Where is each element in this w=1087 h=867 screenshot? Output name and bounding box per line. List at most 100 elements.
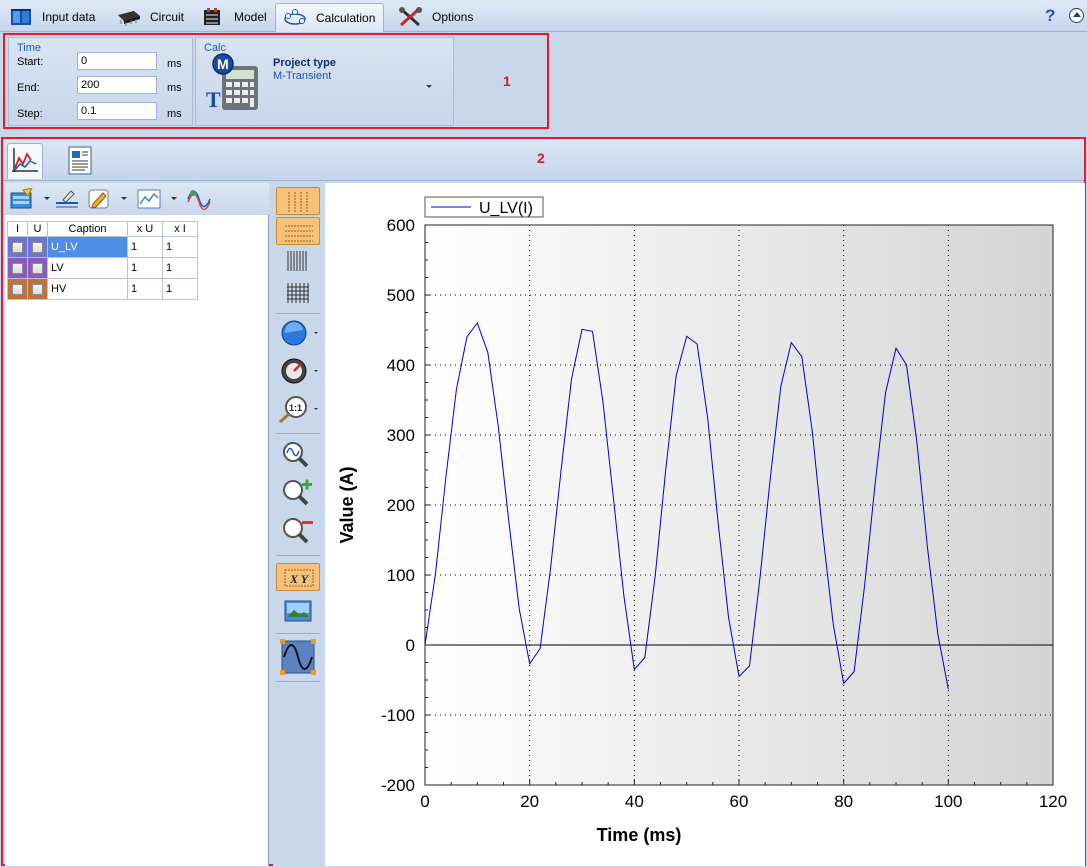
step-input[interactable] [77, 102, 157, 120]
scale-u-cell[interactable]: 1 [127, 236, 163, 258]
zoom-out-icon [283, 518, 313, 544]
edit-table-icon[interactable] [10, 187, 34, 210]
calculator-icon[interactable]: M T [206, 52, 268, 114]
x-tick-label: 60 [730, 792, 749, 811]
current-checkbox[interactable] [12, 241, 23, 253]
calc-group: Calc M T Project type M-Transient [195, 37, 454, 126]
x-tick-label: 120 [1039, 792, 1067, 811]
minor-grid-icon [287, 251, 307, 271]
signal-toolbar [5, 183, 269, 215]
minor-vertical-grid-toggle[interactable] [276, 247, 320, 275]
end-label: End: [17, 82, 40, 94]
current-checkbox[interactable] [12, 283, 23, 295]
palette-icon [281, 358, 318, 384]
chevron-down-icon[interactable] [44, 197, 50, 200]
y-tick-label: 200 [387, 496, 415, 515]
step-label: Step: [17, 108, 43, 120]
column-header[interactable]: x I [162, 221, 198, 237]
chevron-down-icon[interactable] [426, 85, 432, 88]
tab-calculation[interactable]: Calculation [275, 3, 385, 32]
table-row[interactable]: U_LV 1 1 [7, 236, 198, 258]
voltage-checkbox[interactable] [32, 262, 43, 274]
report-tab-icon [68, 146, 92, 175]
project-type-value[interactable]: M-Transient [273, 70, 331, 82]
caption-cell[interactable]: LV [47, 257, 128, 279]
zoom-in-icon [283, 479, 312, 506]
current-checkbox[interactable] [12, 262, 23, 274]
scale-u-cell[interactable]: 1 [127, 278, 163, 300]
waveform-icon[interactable] [187, 188, 211, 211]
column-header[interactable]: I [7, 221, 28, 237]
column-header[interactable]: U [27, 221, 48, 237]
dense-grid-icon [287, 283, 309, 303]
scale-i-cell[interactable]: 1 [162, 278, 198, 300]
checkbox-cell [27, 236, 48, 258]
x-tick-label: 40 [625, 792, 644, 811]
chevron-down-icon[interactable] [121, 197, 127, 200]
chevron-down-icon[interactable] [171, 197, 177, 200]
line-style-icon[interactable] [55, 188, 79, 210]
start-input[interactable] [77, 52, 157, 70]
zoom-fit-button[interactable] [276, 441, 320, 469]
tab-options[interactable]: Options [398, 3, 473, 30]
y-tick-label: 600 [387, 216, 415, 235]
tab-circuit[interactable]: Circuit [116, 3, 184, 30]
chart-area: 0 20 40 60 80 100 120 -200 -100 0 100 200 300 400 500 6… [325, 183, 1085, 866]
line-color-button[interactable] [276, 357, 320, 385]
column-header[interactable]: Caption [47, 221, 128, 237]
legend-label: U_LV(I) [479, 200, 533, 217]
column-header[interactable]: x U [127, 221, 163, 237]
scale-i-cell[interactable]: 1 [162, 257, 198, 279]
scale-i-cell[interactable]: 1 [162, 236, 198, 258]
chip-icon [116, 6, 142, 28]
background-color-button[interactable] [276, 319, 320, 347]
y-axis-label: Value (A) [337, 466, 357, 543]
x-tick-label: 100 [934, 792, 962, 811]
tab-label: Circuit [150, 9, 185, 24]
collapse-ribbon-icon[interactable] [1069, 8, 1084, 23]
help-icon[interactable]: ? [1045, 6, 1055, 26]
tab-model[interactable]: Model [200, 3, 267, 30]
caption-cell[interactable]: U_LV [47, 236, 128, 258]
scale-u-cell[interactable]: 1 [127, 257, 163, 279]
vertical-grid-toggle[interactable] [276, 187, 320, 215]
curve-select-button[interactable] [276, 637, 320, 677]
export-image-button[interactable] [276, 597, 320, 625]
zoom-out-button[interactable] [276, 517, 320, 545]
line-chart[interactable]: 0 20 40 60 80 100 120 -200 -100 0 100 200 300 400 500 6… [325, 183, 1085, 866]
tab-label: Model [234, 9, 267, 24]
zoom-fit-icon [283, 442, 309, 468]
results-panel: 2 I U Caption x U x I U_LV 1 1 LV 1 1 HV… [1, 137, 1086, 866]
calculation-icon [282, 7, 308, 29]
tab-label: Input data [42, 9, 96, 24]
table-row[interactable]: LV 1 1 [7, 257, 198, 279]
minor-both-grid-toggle[interactable] [276, 279, 320, 307]
svg-text:X Y: X Y [289, 572, 310, 586]
x-tick-label: 80 [834, 792, 853, 811]
separator [276, 433, 320, 434]
start-label: Start: [17, 56, 44, 68]
result-tabs: 2 [3, 139, 1084, 181]
tab-chart[interactable] [7, 143, 43, 179]
ribbon: Time Start: ms End: ms Step: ms Calc [3, 33, 549, 129]
tab-input-data[interactable]: Input data [8, 3, 95, 30]
xy-mode-toggle[interactable]: X Y [276, 563, 320, 591]
caption-cell[interactable]: HV [47, 278, 128, 300]
zoom-in-button[interactable] [276, 479, 320, 507]
x-axis-label: Time (ms) [597, 825, 682, 845]
edit-pencil-icon[interactable] [87, 188, 111, 210]
voltage-checkbox[interactable] [32, 241, 43, 253]
end-input[interactable] [77, 76, 157, 94]
curve-select-icon [280, 639, 316, 675]
tab-label: Options [432, 9, 474, 24]
tab-report[interactable] [63, 143, 99, 179]
chart-type-icon[interactable] [137, 188, 161, 210]
time-group: Time Start: ms End: ms Step: ms [8, 37, 193, 126]
signal-table: I U Caption x U x I U_LV 1 1 LV 1 1 HV 1 1 [7, 221, 198, 300]
horizontal-grid-toggle[interactable] [276, 217, 320, 245]
xy-icon: X Y [284, 569, 314, 587]
table-row[interactable]: HV 1 1 [7, 278, 198, 300]
background-color-icon [281, 320, 318, 346]
voltage-checkbox[interactable] [32, 283, 43, 295]
zoom-one-to-one-button[interactable]: 1:1 [276, 395, 320, 424]
